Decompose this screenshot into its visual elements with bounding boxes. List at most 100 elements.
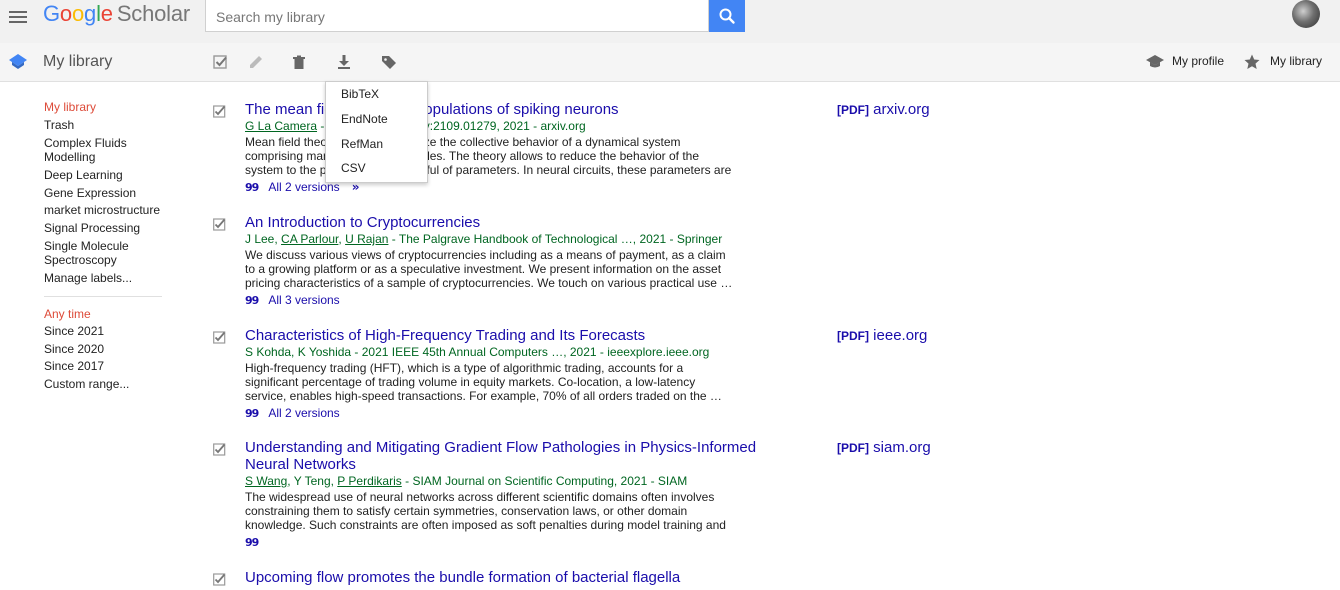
author-link[interactable]: S Wang	[245, 474, 287, 488]
pdf-source: siam.org	[873, 439, 931, 456]
edit-button[interactable]	[247, 53, 265, 71]
my-profile-link[interactable]: My profile	[1172, 54, 1224, 68]
cite-icon[interactable]: 99	[245, 294, 259, 307]
export-csv[interactable]: CSV	[341, 161, 366, 175]
time-filter-since-2017[interactable]: Since 2017	[44, 358, 162, 376]
export-bibtex[interactable]: BibTeX	[341, 87, 379, 101]
time-filter-any-time[interactable]: Any time	[44, 306, 162, 324]
menu-icon[interactable]	[9, 8, 27, 24]
result-footer: 99 All 2 versions	[245, 406, 340, 420]
sidebar-item-complex-fluids[interactable]: Complex Fluids Modelling	[44, 136, 162, 164]
sidebar-item-manage-labels[interactable]: Manage labels...	[44, 270, 162, 288]
sidebar: My library Trash Complex Fluids Modellin…	[44, 99, 162, 393]
author-link[interactable]: P Perdikaris	[337, 474, 401, 488]
result-footer: 99	[245, 535, 268, 549]
meta-text: - The Palgrave Handbook of Technological…	[388, 232, 723, 246]
result-checkbox[interactable]	[213, 443, 226, 456]
sidebar-divider	[44, 295, 162, 297]
edit-icon	[250, 56, 262, 68]
pdf-source: arxiv.org	[873, 101, 930, 118]
my-library-link[interactable]: My library	[1270, 54, 1322, 68]
result-checkbox[interactable]	[213, 218, 226, 231]
logo-letter: e	[100, 1, 113, 26]
versions-link[interactable]: All 2 versions	[268, 406, 339, 420]
result-title[interactable]: Understanding and Mitigating Gradient Fl…	[245, 439, 785, 473]
result-footer: 99 All 3 versions	[245, 293, 340, 307]
logo-letter: o	[71, 1, 85, 26]
result-checkbox[interactable]	[213, 105, 226, 118]
search-icon	[719, 8, 735, 24]
top-bar: Google Scholar	[0, 0, 1340, 43]
logo-letter: o	[59, 1, 72, 26]
label-button[interactable]	[380, 53, 398, 71]
logo-scholar-text: Scholar	[116, 1, 191, 26]
sidebar-item-gene-expression[interactable]: Gene Expression	[44, 185, 162, 203]
pdf-tag: [PDF]	[837, 441, 869, 455]
logo-letter: g	[84, 1, 97, 26]
delete-button[interactable]	[290, 53, 308, 71]
time-filter-since-2021[interactable]: Since 2021	[44, 323, 162, 341]
time-filter-since-2020[interactable]: Since 2020	[44, 341, 162, 359]
pdf-source: ieee.org	[873, 327, 928, 344]
result-item: Upcoming flow promotes the bundle format…	[213, 569, 773, 590]
cite-icon[interactable]: 99	[245, 536, 259, 549]
pdf-link[interactable]: [PDF] siam.org	[837, 439, 931, 456]
result-checkbox[interactable]	[213, 573, 226, 586]
page-title: My library	[43, 53, 113, 70]
meta-text: , Y Teng,	[287, 474, 338, 488]
pdf-link[interactable]: [PDF] arxiv.org	[837, 101, 930, 118]
result-item: The mean field theory for populations of…	[213, 101, 773, 196]
checkbox-icon	[213, 55, 227, 69]
result-title[interactable]: Upcoming flow promotes the bundle format…	[245, 569, 773, 586]
author-link[interactable]: G La Camera	[245, 119, 317, 133]
pdf-link[interactable]: [PDF] ieee.org	[837, 327, 927, 344]
logo-letter: G	[43, 1, 60, 26]
pdf-tag: [PDF]	[837, 103, 869, 117]
toolbar: My library My profile My library	[0, 43, 1340, 82]
export-menu: BibTeX EndNote RefMan CSV	[325, 81, 428, 183]
export-refman[interactable]: RefMan	[341, 137, 383, 151]
select-all-checkbox[interactable]	[212, 53, 230, 71]
avatar[interactable]	[1292, 0, 1320, 28]
search-input[interactable]	[214, 6, 698, 28]
meta-text: - SIAM Journal on Scientific Computing, …	[401, 474, 688, 488]
result-snippet: We discuss various views of cryptocurren…	[245, 248, 733, 290]
sidebar-item-signal-processing[interactable]: Signal Processing	[44, 220, 162, 238]
google-scholar-logo[interactable]: Google Scholar	[43, 1, 190, 27]
result-item: Understanding and Mitigating Gradient Fl…	[213, 439, 773, 549]
versions-link[interactable]: All 3 versions	[268, 293, 339, 307]
result-item: An Introduction to Cryptocurrencies J Le…	[213, 214, 773, 309]
meta-text: J Lee,	[245, 232, 282, 246]
star-icon	[1244, 54, 1260, 69]
search-button[interactable]	[709, 0, 745, 32]
sidebar-item-single-molecule[interactable]: Single Molecule Spectroscopy	[44, 239, 162, 267]
result-item: Characteristics of High-Frequency Tradin…	[213, 327, 773, 422]
sidebar-item-label: Complex Fluids Modelling	[44, 136, 127, 164]
export-icon	[338, 55, 350, 69]
sidebar-item-my-library[interactable]: My library	[44, 99, 162, 117]
label-icon	[382, 56, 396, 69]
cite-icon[interactable]: 99	[245, 407, 259, 420]
library-icon	[9, 54, 27, 69]
graduation-cap-icon	[1146, 55, 1164, 68]
result-title[interactable]: Characteristics of High-Frequency Tradin…	[245, 327, 785, 344]
author-link[interactable]: U Rajan	[345, 232, 388, 246]
export-button[interactable]	[335, 53, 353, 71]
sidebar-item-trash[interactable]: Trash	[44, 117, 162, 135]
result-checkbox[interactable]	[213, 331, 226, 344]
cite-icon[interactable]: 99	[245, 181, 259, 194]
result-meta: S Wang, Y Teng, P Perdikaris - SIAM Jour…	[245, 474, 687, 488]
result-title[interactable]: An Introduction to Cryptocurrencies	[245, 214, 785, 231]
delete-icon	[293, 55, 305, 69]
author-link[interactable]: CA Parlour	[281, 232, 338, 246]
sidebar-item-market-microstructure[interactable]: market microstructure	[44, 202, 162, 220]
export-endnote[interactable]: EndNote	[341, 112, 388, 126]
pdf-tag: [PDF]	[837, 329, 869, 343]
sidebar-item-deep-learning[interactable]: Deep Learning	[44, 167, 162, 185]
sidebar-item-label: Single Molecule Spectroscopy	[44, 239, 129, 267]
result-meta: J Lee, CA Parlour, U Rajan - The Palgrav…	[245, 232, 723, 246]
time-filter-custom-range[interactable]: Custom range...	[44, 376, 162, 394]
result-meta: S Kohda, K Yoshida - 2021 IEEE 45th Annu…	[245, 345, 710, 359]
result-snippet: High-frequency trading (HFT), which is a…	[245, 361, 722, 403]
result-snippet: The widespread use of neural networks ac…	[245, 490, 726, 546]
